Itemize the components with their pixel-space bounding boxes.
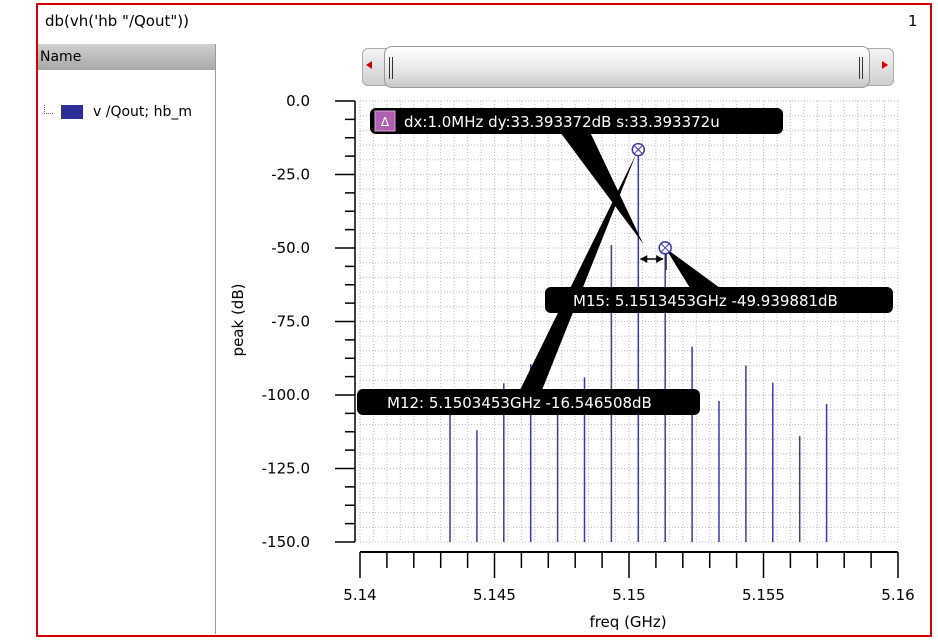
m15-label-text: M15: 5.1513453GHz -49.939881dB: [573, 292, 838, 310]
y-tick-label: -150.0: [262, 533, 310, 551]
y-tick-label: -50.0: [271, 239, 310, 257]
x-tick-label: 5.14: [343, 586, 376, 604]
chart: 0.0 -25.0 -50.0 -75.0 -100.0 -125.0 -150.0 5.14…: [229, 92, 915, 631]
x-tick-label: 5.16: [881, 586, 914, 604]
y-axis-label: peak (dB): [229, 284, 247, 357]
delta-icon-glyph: Δ: [381, 115, 390, 129]
x-tick-label: 5.145: [473, 586, 516, 604]
m15-pointer: [665, 247, 720, 288]
y-tick-label: -125.0: [262, 460, 310, 478]
y-tick-label: -75.0: [271, 313, 310, 331]
y-tick-label: -100.0: [262, 386, 310, 404]
x-axis-label: freq (GHz): [589, 613, 666, 631]
x-tick-label: 5.15: [612, 586, 645, 604]
delta-arrow-head: [640, 255, 648, 263]
y-tick-label: -25.0: [271, 166, 310, 184]
delta-label-text: dx:1.0MHz dy:33.393372dB s:33.393372u: [404, 113, 720, 131]
y-tick-label: 0.0: [286, 92, 310, 110]
x-tick-label: 5.155: [742, 586, 785, 604]
delta-arrow-head: [656, 255, 664, 263]
m12-label-text: M12: 5.1503453GHz -16.546508dB: [387, 394, 652, 412]
